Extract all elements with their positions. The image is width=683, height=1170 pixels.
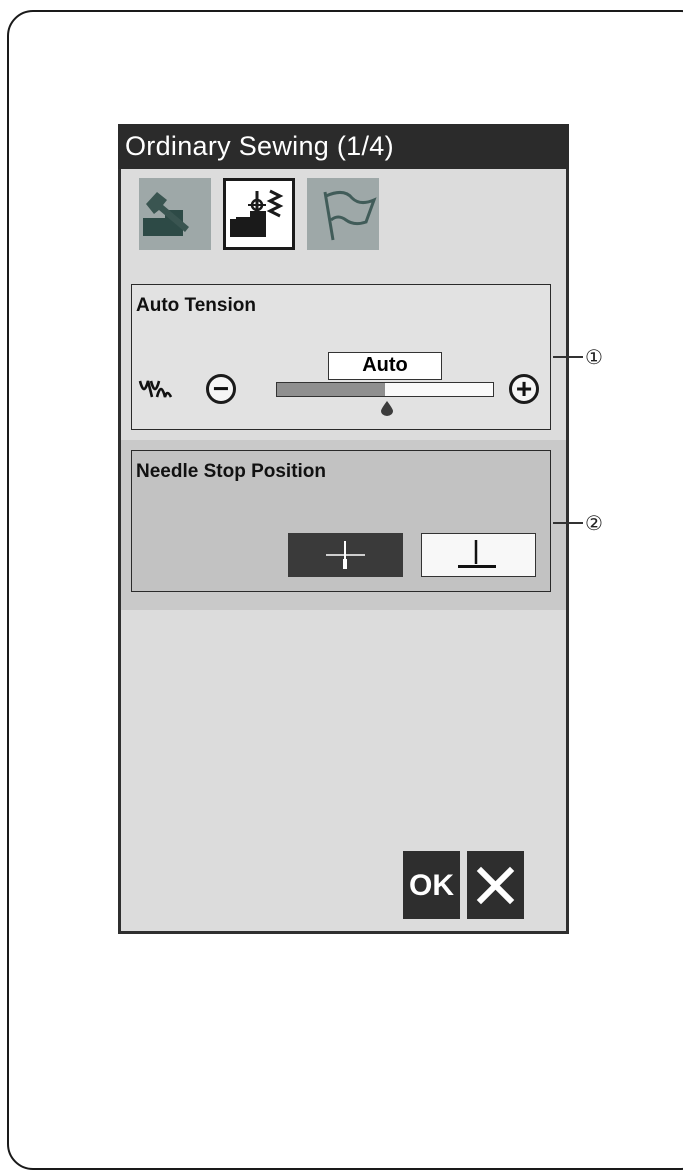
needle-up-icon	[326, 541, 365, 569]
needle-up-button[interactable]	[288, 533, 403, 577]
tension-value: Auto	[328, 352, 442, 380]
tension-slider[interactable]	[276, 382, 494, 397]
cancel-button[interactable]	[467, 851, 524, 919]
flag-icon	[307, 178, 379, 250]
machine-wrench-icon	[139, 178, 211, 250]
callout-2: ②	[585, 513, 603, 535]
tension-slider-fill	[277, 383, 385, 396]
close-icon	[476, 866, 515, 905]
tension-slider-marker	[381, 401, 393, 416]
callout-line-2	[553, 522, 583, 524]
tension-icon	[138, 380, 173, 398]
callout-1: ①	[585, 347, 603, 369]
screen-title: Ordinary Sewing (1/4)	[118, 124, 569, 169]
ok-button[interactable]: OK	[403, 851, 460, 919]
tab-flag[interactable]	[307, 178, 379, 250]
tension-minus-button[interactable]: −	[206, 373, 236, 404]
tension-plus-button[interactable]: +	[509, 373, 539, 404]
tab-machine-settings[interactable]	[139, 178, 211, 250]
auto-tension-title: Auto Tension	[136, 295, 256, 316]
settings-screen: Ordinary Sewing (1/4) Auto Tension − Aut…	[118, 124, 569, 934]
needle-down-button[interactable]	[421, 533, 536, 577]
needle-stop-title: Needle Stop Position	[136, 461, 327, 482]
callout-line-1	[553, 356, 583, 358]
machine-stitch-icon	[230, 189, 284, 237]
tab-sewing-settings[interactable]	[223, 178, 295, 250]
needle-down-icon	[458, 540, 496, 568]
